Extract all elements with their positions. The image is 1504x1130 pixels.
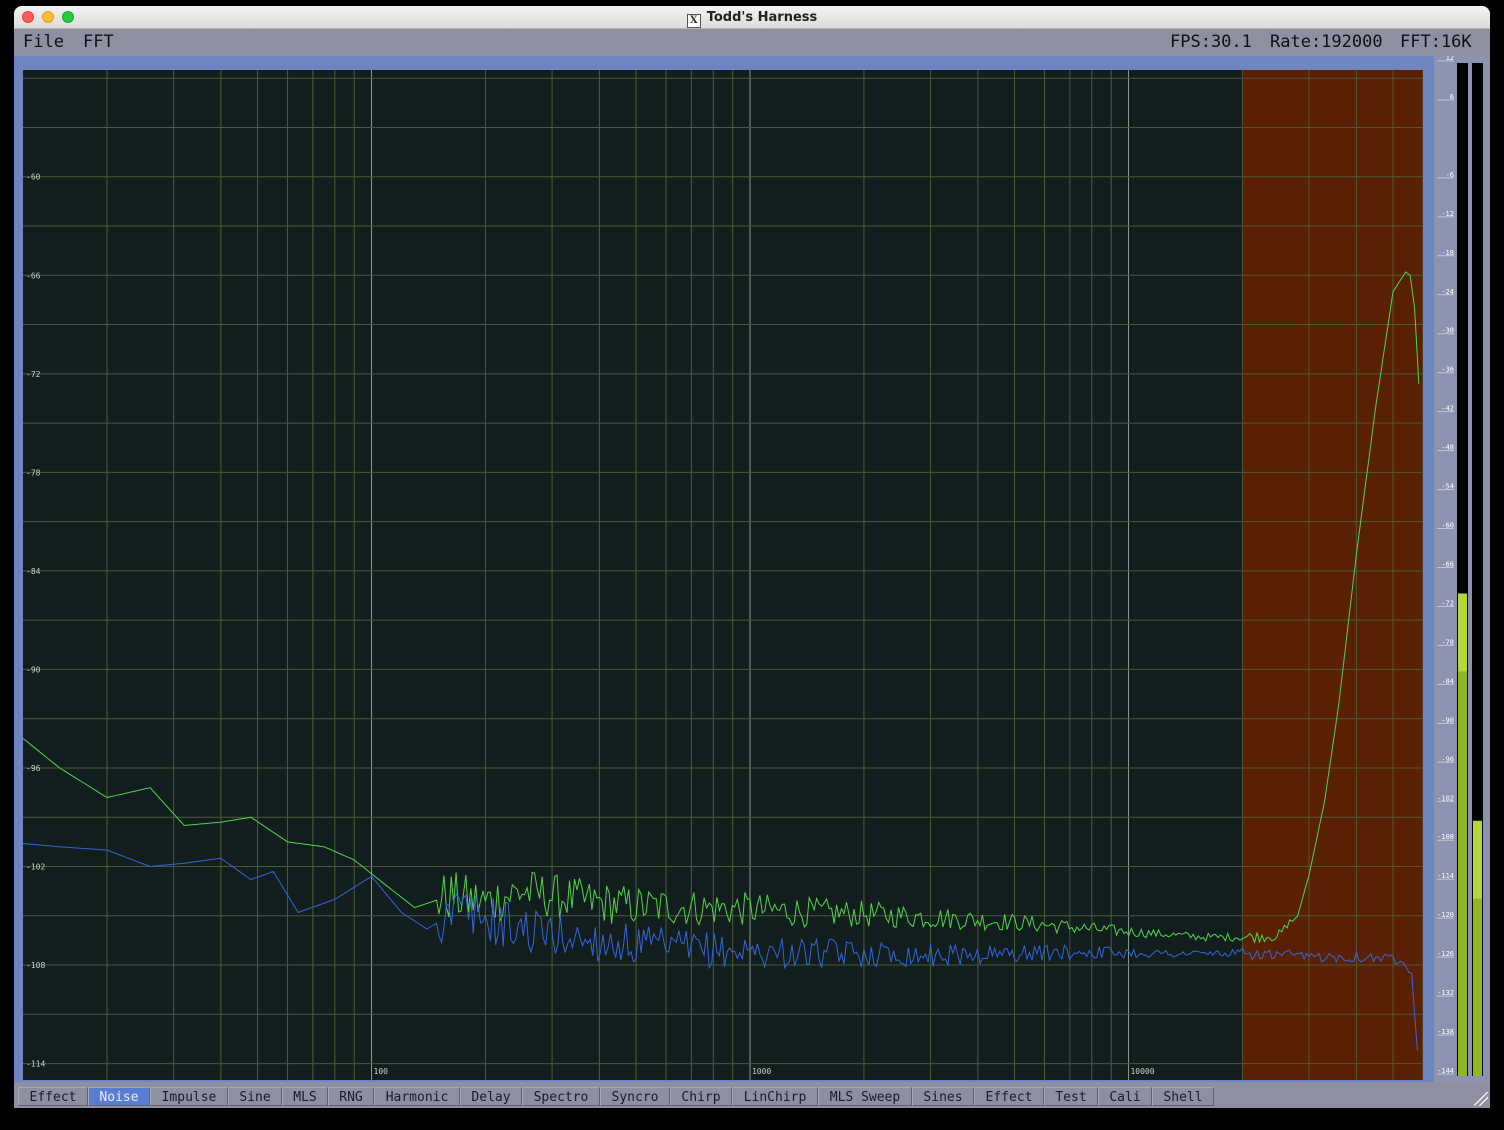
sample-rate-readout: Rate:192000 (1270, 32, 1383, 52)
meter-tick-label: -108 (1437, 833, 1454, 841)
meter-tick-label: -78 (1441, 638, 1454, 646)
title-bar[interactable]: X Todd's Harness (14, 6, 1490, 29)
y-tick-label: -102 (26, 863, 45, 872)
tab-delay[interactable]: Delay (460, 1087, 522, 1106)
tab-rng[interactable]: RNG (328, 1087, 374, 1106)
meter-tick-label: -66 (1441, 561, 1454, 569)
tab-mls[interactable]: MLS (282, 1087, 328, 1106)
meter-tick-label: -120 (1437, 911, 1454, 919)
y-tick-label: -96 (26, 764, 41, 773)
meter-tick-label: -12 (1441, 210, 1454, 218)
meter-tick-label: -102 (1437, 794, 1454, 802)
fft-size-readout: FFT:16K (1400, 32, 1472, 52)
meter-tick-label: -84 (1441, 677, 1454, 685)
y-tick-label: -90 (26, 665, 41, 674)
tab-shell[interactable]: Shell (1152, 1087, 1214, 1106)
meter-tick-label: -42 (1441, 405, 1454, 413)
meter-tick-label: -54 (1441, 483, 1454, 491)
meter-left-bar (1458, 671, 1467, 1076)
level-meter-panel: 12 6 -6 -12 -18 -24 -30 -36 -42 -48 -54 -60 -66 -72 -7… (1434, 56, 1490, 1082)
mode-tab-bar: Effect Noise Impulse Sine MLS RNG Harmonic Dela… (14, 1086, 1490, 1108)
menu-bar: File FFT FPS:30.1 Rate:192000 FFT:16K (14, 29, 1490, 55)
tab-chirp[interactable]: Chirp (670, 1087, 732, 1106)
tab-linchirp[interactable]: LinChirp (732, 1087, 818, 1106)
meter-tick-label: -96 (1441, 755, 1454, 763)
meter-tick-label: 6 (1450, 93, 1454, 101)
app-window: X Todd's Harness File FFT FPS:30.1 Rate:1… (14, 6, 1490, 1108)
y-tick-label: -60 (26, 173, 41, 182)
x11-icon: X (686, 14, 701, 28)
meter-tick-label: -18 (1441, 249, 1454, 257)
tab-effect[interactable]: Effect (974, 1087, 1044, 1106)
tab-cali[interactable]: Cali (1098, 1087, 1152, 1106)
meter-tick-label: 12 (1446, 56, 1454, 62)
tab-test[interactable]: Test (1044, 1087, 1098, 1106)
window-title-group: X Todd's Harness (14, 10, 1490, 28)
y-tick-label: -108 (26, 961, 45, 970)
y-tick-label: -72 (26, 370, 41, 379)
highlight-band (1242, 70, 1423, 1080)
plot-background (23, 70, 1423, 1080)
y-tick-label: -84 (26, 567, 41, 576)
x-tick-label: 10000 (1130, 1067, 1154, 1076)
level-meter: 12 6 -6 -12 -18 -24 -30 -36 -42 -48 -54 -60 -66 -72 -7… (1434, 56, 1490, 1082)
meter-tick-label: -90 (1441, 716, 1454, 724)
menu-fft[interactable]: FFT (83, 32, 114, 52)
meter-tick-label: -36 (1441, 366, 1454, 374)
spectrum-plot[interactable]: -60 -66 -72 -78 -84 -90 -96 -102 -108 -114 100 1000… (23, 70, 1423, 1080)
tab-harmonic[interactable]: Harmonic (374, 1087, 460, 1106)
spectrum-plot-frame: -60 -66 -72 -78 -84 -90 -96 -102 -108 -114 100 1000… (14, 56, 1434, 1082)
tab-effect[interactable]: Effect (18, 1087, 88, 1106)
tab-impulse[interactable]: Impulse (150, 1087, 228, 1106)
menu-file[interactable]: File (23, 32, 64, 52)
meter-tick-label: -48 (1441, 444, 1454, 452)
window-title: Todd's Harness (706, 10, 818, 25)
y-tick-label: -66 (26, 271, 41, 280)
y-tick-label: -114 (26, 1060, 45, 1069)
tab-sines[interactable]: Sines (912, 1087, 974, 1106)
y-tick-label: -78 (26, 468, 41, 477)
meter-tick-label: -30 (1441, 327, 1454, 335)
meter-tick-label: -114 (1437, 872, 1454, 880)
meter-tick-label: -138 (1437, 1028, 1454, 1036)
x-tick-label: 1000 (752, 1067, 771, 1076)
tab-spectro[interactable]: Spectro (522, 1087, 600, 1106)
resize-grip-icon[interactable] (1474, 1092, 1488, 1106)
meter-tick-label: -72 (1441, 599, 1454, 607)
tab-syncro[interactable]: Syncro (600, 1087, 670, 1106)
tab-noise[interactable]: Noise (88, 1087, 150, 1106)
meter-right-bar (1473, 898, 1482, 1076)
meter-tick-label: -60 (1441, 522, 1454, 530)
meter-tick-label: -24 (1441, 288, 1454, 296)
meter-tick-label: -6 (1446, 171, 1454, 179)
x-tick-label: 100 (374, 1067, 389, 1076)
tab-sine[interactable]: Sine (228, 1087, 282, 1106)
meter-tick-label: -144 (1437, 1067, 1454, 1075)
meter-tick-label: -126 (1437, 950, 1454, 958)
tab-mls-sweep[interactable]: MLS Sweep (818, 1087, 912, 1106)
meter-tick-label: -132 (1437, 989, 1454, 997)
fps-readout: FPS:30.1 (1170, 32, 1252, 52)
